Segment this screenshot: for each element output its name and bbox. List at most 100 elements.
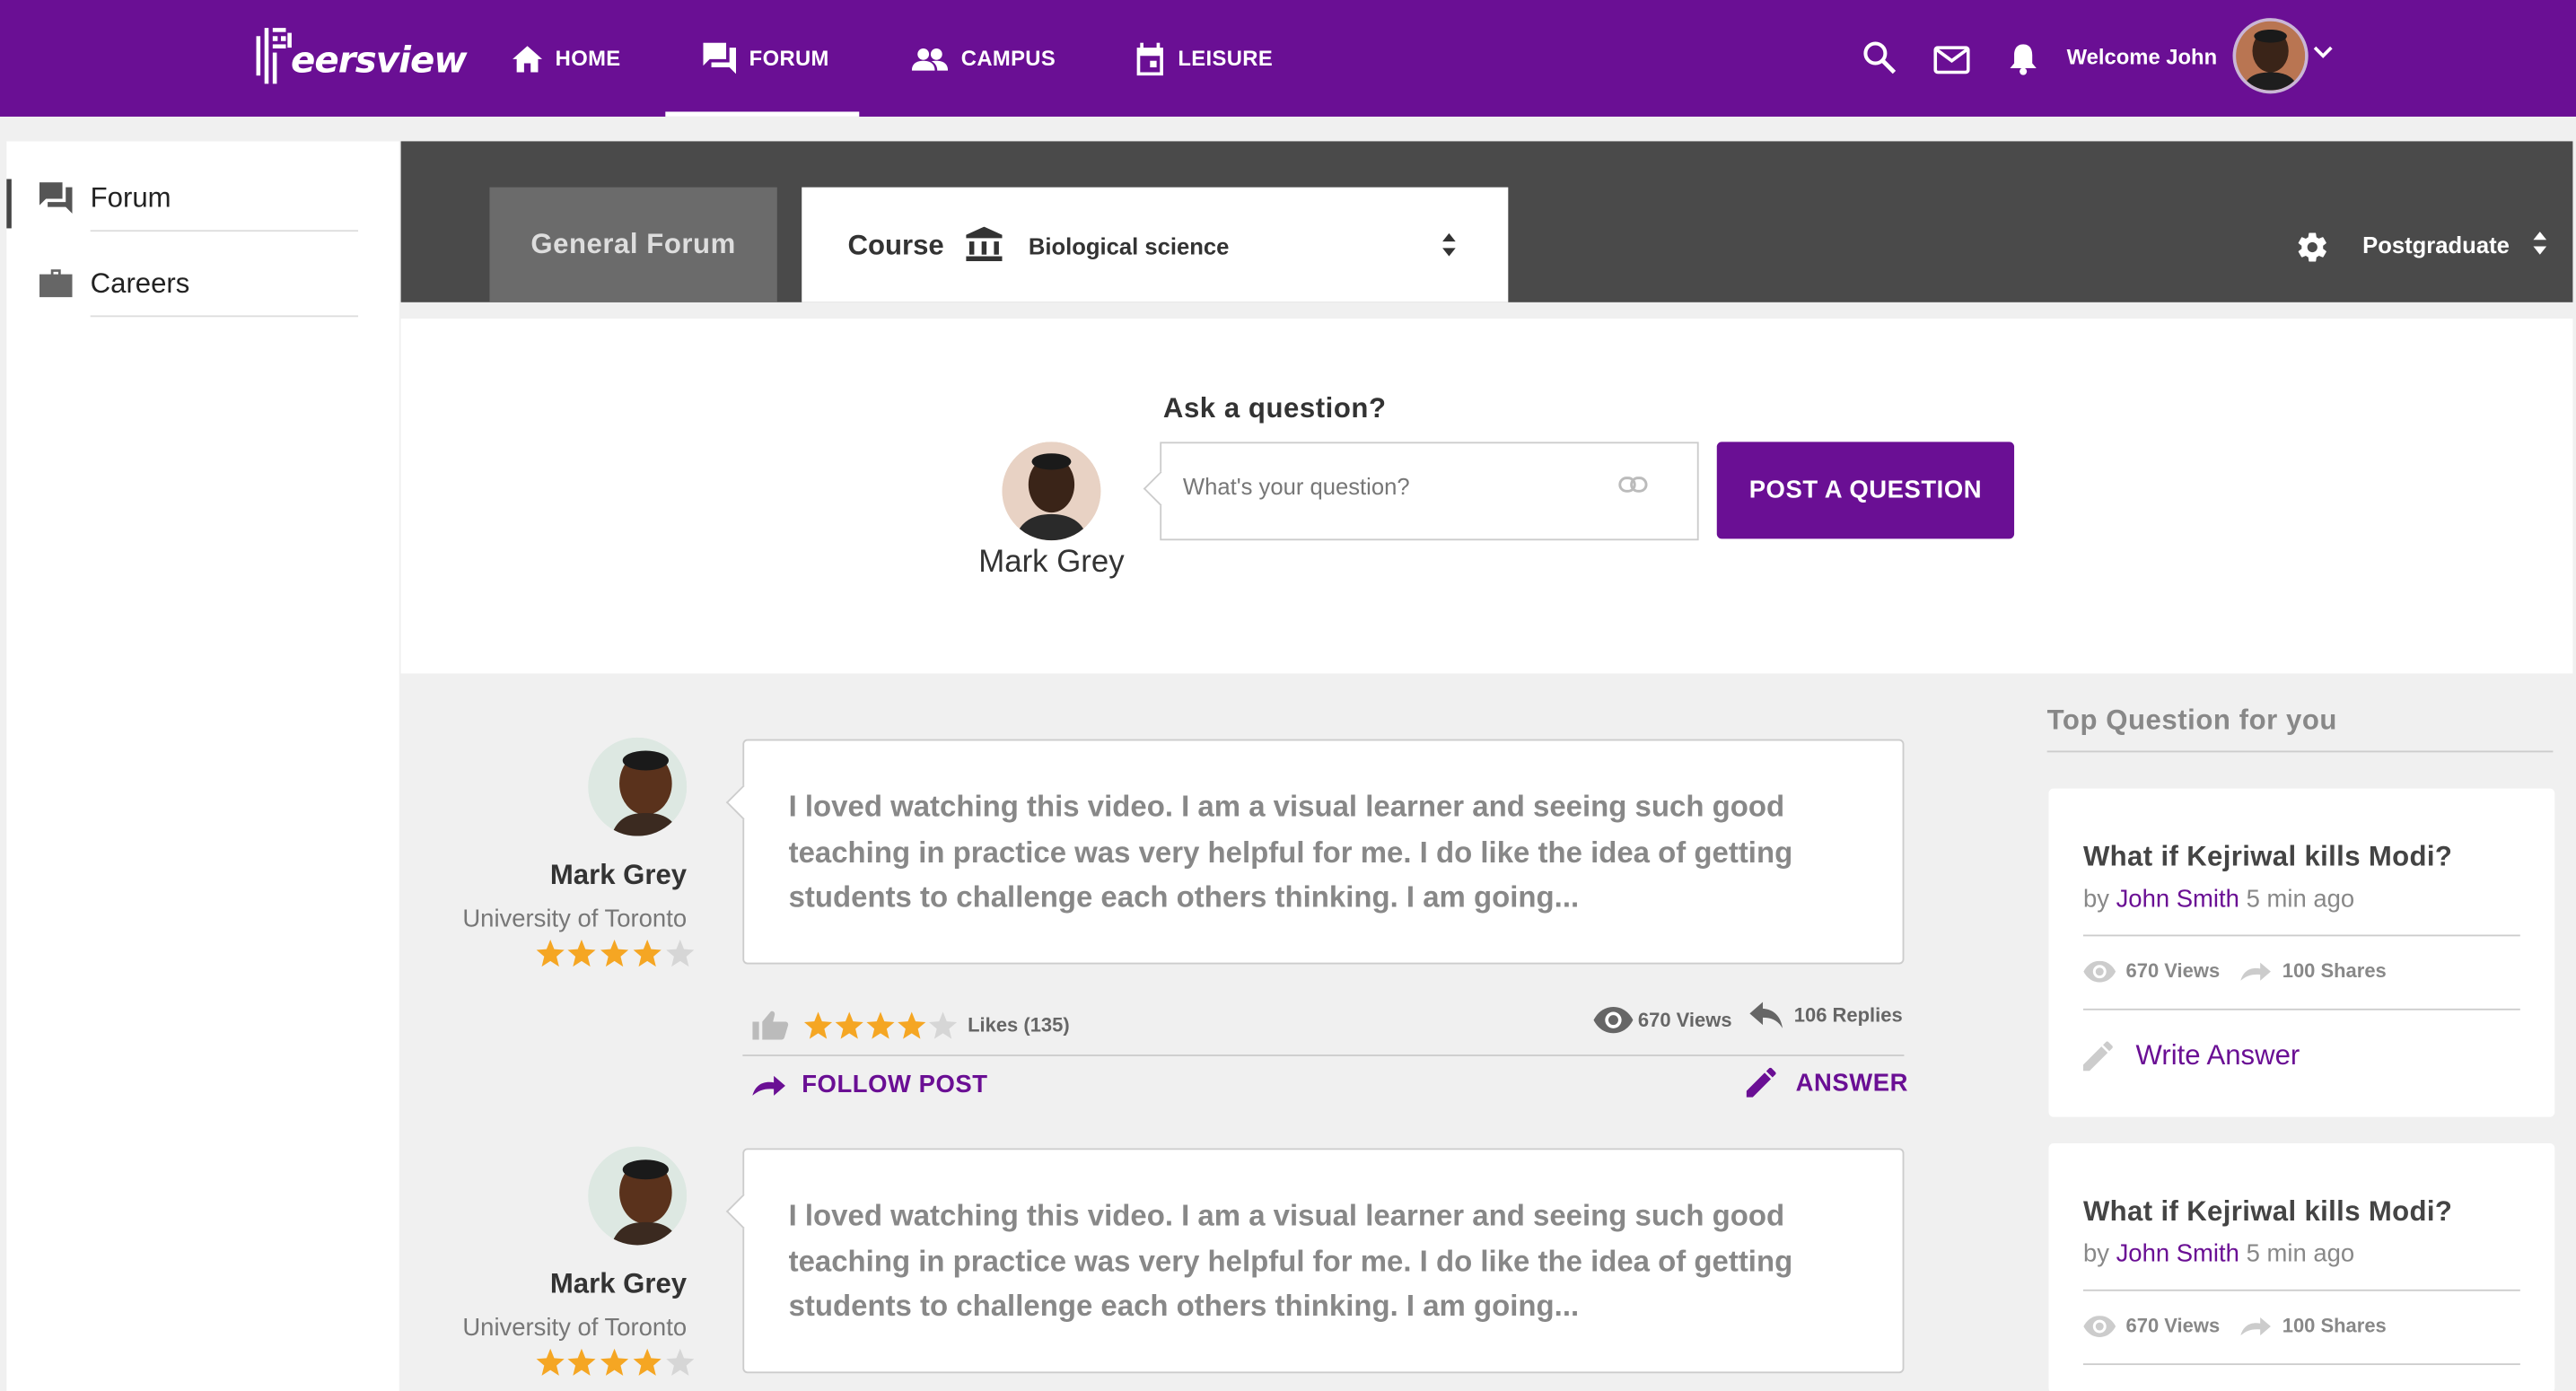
post-author-university: University of Toronto [462, 1314, 688, 1343]
post-text: I loved watching this video. I am a visu… [788, 1199, 1793, 1323]
nav-home[interactable]: HOME [513, 0, 620, 117]
course-label: Course [847, 230, 944, 262]
post-rating[interactable] [803, 1011, 958, 1040]
byline-prefix: by [2082, 885, 2109, 914]
star-filled-icon [536, 939, 565, 967]
forum-icon [703, 42, 737, 74]
select-arrows-icon[interactable] [2533, 232, 2547, 255]
eye-icon [1593, 1007, 1634, 1034]
author-rating [536, 939, 697, 967]
chevron-down-icon[interactable] [2313, 46, 2333, 59]
people-icon [911, 48, 949, 70]
follow-post-label: FOLLOW POST [802, 1071, 988, 1099]
nav-campus-label: CAMPUS [960, 46, 1056, 71]
star-empty-icon [666, 1348, 695, 1376]
avatar[interactable] [588, 1146, 688, 1246]
avatar-image [588, 737, 688, 836]
post-author-university: University of Toronto [462, 905, 688, 933]
post-author-name[interactable]: Mark Grey [453, 1268, 687, 1301]
calendar-icon [1136, 41, 1163, 75]
question-card[interactable]: What if Kejriwal kills Modi? by John Smi… [2048, 1142, 2555, 1391]
star-filled-icon [536, 1348, 565, 1376]
replies-count: 106 Replies [1793, 1003, 1903, 1027]
divider [90, 315, 359, 318]
post-meta: Likes (135) 670 Views 106 Replies [742, 987, 1905, 1056]
eye-icon [2083, 959, 2116, 982]
likes-count: Likes (135) [968, 1013, 1070, 1037]
nav-campus[interactable]: CAMPUS [911, 0, 1056, 117]
question-title[interactable]: What if Kejriwal kills Modi? [2083, 841, 2452, 874]
top-navbar: eersview HOME FORUM CAMPUS LEISURE Welco… [0, 0, 2576, 117]
post-text: I loved watching this video. I am a visu… [788, 790, 1793, 914]
pencil-icon [2082, 1041, 2113, 1072]
nav-leisure[interactable]: LEISURE [1135, 0, 1273, 117]
star-filled-icon [567, 939, 596, 967]
answer-label: ANSWER [1795, 1068, 1908, 1097]
mail-icon[interactable] [1933, 46, 1970, 74]
tab-general-forum[interactable]: General Forum [489, 187, 777, 302]
divider [2082, 1363, 2520, 1366]
star-filled-icon [633, 1348, 662, 1376]
welcome-text: Welcome John [2066, 44, 2218, 69]
question-author[interactable]: John Smith [2116, 1240, 2239, 1268]
nav-forum-label: FORUM [749, 46, 829, 71]
post-author-name[interactable]: Mark Grey [453, 859, 687, 892]
author-rating [536, 1348, 697, 1377]
star-filled-icon [803, 1011, 833, 1039]
star-filled-icon [567, 1348, 596, 1376]
question-author[interactable]: John Smith [2116, 886, 2239, 914]
question-time: 5 min ago [2246, 1239, 2355, 1269]
question-views: 670 Views [2125, 1314, 2221, 1337]
logo-mark-icon [256, 28, 292, 84]
avatar-image [1002, 442, 1101, 541]
star-filled-icon [600, 939, 629, 967]
post-card[interactable]: I loved watching this video. I am a visu… [742, 1148, 1905, 1374]
thumbs-up-icon[interactable] [752, 1010, 789, 1040]
follow-post-button[interactable]: FOLLOW POST [752, 1071, 988, 1099]
nav-forum[interactable]: FORUM [665, 0, 860, 117]
question-title[interactable]: What if Kejriwal kills Modi? [2083, 1196, 2452, 1229]
star-empty-icon [666, 939, 695, 967]
write-answer-button[interactable]: Write Answer [2082, 1040, 2300, 1073]
divider [2046, 750, 2554, 753]
star-filled-icon [600, 1348, 629, 1376]
user-name: Mark Grey [978, 545, 1125, 581]
question-input[interactable] [1182, 473, 1594, 500]
nav-leisure-label: LEISURE [1178, 46, 1274, 71]
question-shares: 100 Shares [2282, 958, 2387, 983]
question-card[interactable]: What if Kejriwal kills Modi? by John Smi… [2048, 788, 2555, 1117]
question-byline: by John Smith 5 min ago [2083, 1240, 2354, 1268]
tab-course[interactable]: Course Biological science [802, 187, 1509, 302]
institution-icon [966, 226, 1003, 262]
chat-icon [39, 182, 73, 214]
sidebar-item-label: Forum [90, 182, 171, 214]
reply-icon [1749, 1002, 1783, 1028]
sidebar-item-careers[interactable]: Careers [33, 251, 359, 318]
link-icon[interactable] [1618, 477, 1648, 493]
divider [2082, 1008, 2520, 1010]
level-select-value[interactable]: Postgraduate [2362, 232, 2510, 258]
pencil-icon [1746, 1067, 1776, 1098]
divider [2082, 934, 2520, 937]
answer-button[interactable]: ANSWER [1746, 1067, 1908, 1098]
byline-prefix: by [2082, 1239, 2109, 1269]
post-card[interactable]: I loved watching this video. I am a visu… [742, 739, 1905, 965]
post-question-button[interactable]: POST A QUESTION [1716, 442, 2015, 539]
question-time: 5 min ago [2246, 885, 2355, 914]
nav-home-label: HOME [555, 46, 621, 71]
star-filled-icon [835, 1011, 863, 1039]
avatar[interactable] [588, 737, 688, 836]
top-questions-title: Top Question for you [2046, 704, 2337, 737]
question-byline: by John Smith 5 min ago [2083, 886, 2354, 914]
sidebar-item-label: Careers [90, 267, 190, 300]
question-input-box [1160, 442, 1699, 541]
star-filled-icon [633, 939, 662, 967]
user-avatar[interactable] [2232, 18, 2309, 94]
views-count: 670 Views [1637, 1008, 1732, 1032]
sidebar-item-forum[interactable]: Forum [33, 166, 359, 232]
divider [2082, 1289, 2520, 1291]
bell-icon[interactable] [2010, 43, 2037, 76]
peersview-logo[interactable]: eersview [255, 23, 468, 86]
gear-icon[interactable] [2295, 230, 2329, 264]
search-icon[interactable] [1863, 41, 1897, 74]
